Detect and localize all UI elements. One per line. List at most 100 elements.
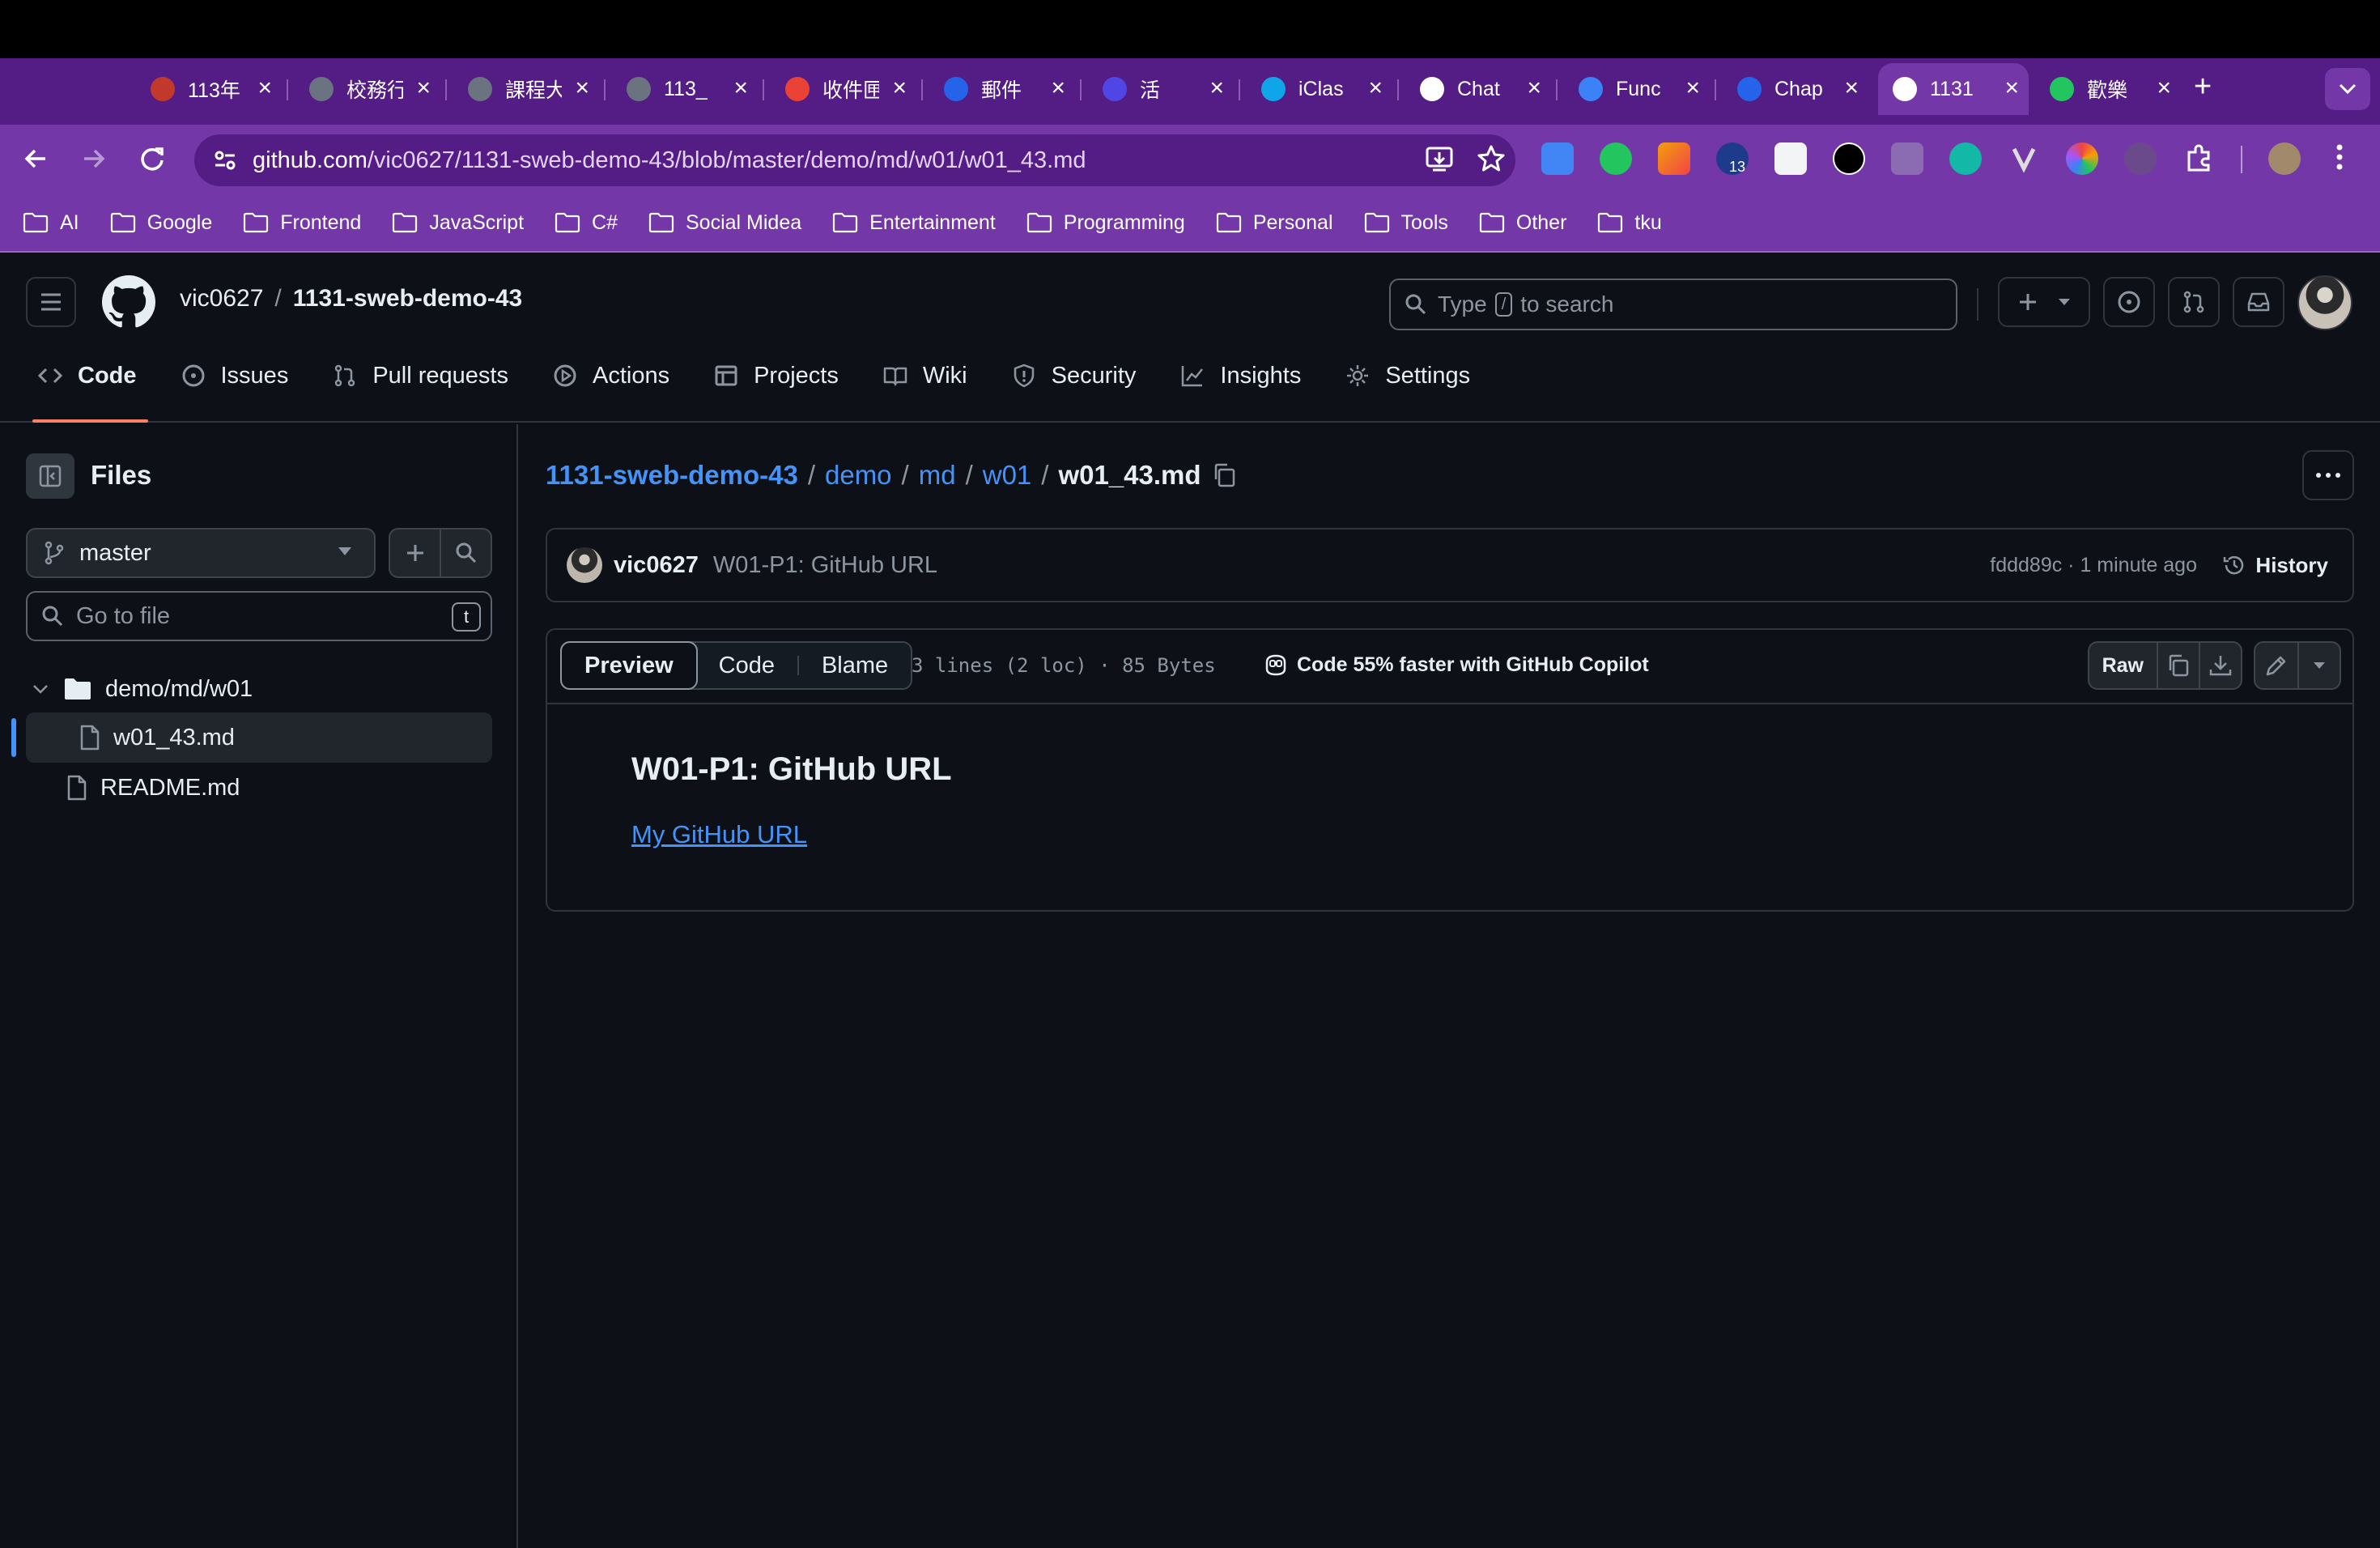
color-extension-icon[interactable] bbox=[1658, 142, 1690, 175]
go-to-file-input[interactable]: Go to file t bbox=[26, 591, 492, 641]
close-icon[interactable]: × bbox=[257, 74, 272, 102]
browser-tab[interactable]: 1131 × bbox=[1878, 63, 2029, 115]
search-input[interactable]: Type / to search bbox=[1389, 279, 1957, 330]
bookmark-folder[interactable]: Other bbox=[1479, 211, 1566, 235]
browser-tab[interactable]: 郵件 × bbox=[929, 63, 1075, 115]
pull-requests-button[interactable] bbox=[2168, 277, 2220, 327]
tab-issues[interactable]: Issues bbox=[181, 350, 288, 402]
tab-settings[interactable]: Settings bbox=[1345, 350, 1470, 402]
bookmark-star-button[interactable] bbox=[1475, 142, 1507, 175]
close-icon[interactable]: × bbox=[1685, 74, 1700, 102]
translate-extension-icon[interactable] bbox=[1541, 142, 1574, 175]
tab-pull-requests[interactable]: Pull requests bbox=[332, 350, 508, 402]
browser-menu-button[interactable] bbox=[2331, 141, 2348, 173]
tree-folder-demo-md-w01[interactable]: demo/md/w01 bbox=[26, 664, 492, 714]
tab-search-button[interactable] bbox=[2325, 68, 2370, 110]
extensions-button[interactable] bbox=[2182, 142, 2215, 175]
bookmark-folder[interactable]: Personal bbox=[1216, 211, 1333, 235]
global-menu-button[interactable] bbox=[26, 277, 76, 327]
history-button[interactable]: History bbox=[2221, 552, 2328, 578]
back-button[interactable] bbox=[19, 142, 52, 175]
browser-tab[interactable]: Func × bbox=[1564, 63, 1710, 115]
user-avatar[interactable] bbox=[2297, 275, 2352, 330]
tab-preview[interactable]: Preview bbox=[560, 641, 698, 690]
tab-blame[interactable]: Blame bbox=[799, 643, 911, 688]
bookmark-folder[interactable]: Frontend bbox=[243, 211, 361, 235]
raw-button[interactable]: Raw bbox=[2089, 643, 2157, 688]
bookmark-folder[interactable]: tku bbox=[1597, 211, 1662, 235]
pin-extension-icon[interactable] bbox=[1891, 142, 1923, 175]
reload-button[interactable] bbox=[136, 142, 168, 175]
sheet-extension-icon[interactable] bbox=[1774, 142, 1807, 175]
address-bar[interactable]: github.com/vic0627/1131-sweb-demo-43/blo… bbox=[194, 134, 1515, 186]
tab-actions[interactable]: Actions bbox=[552, 350, 669, 402]
close-icon[interactable]: × bbox=[1844, 74, 1859, 102]
close-icon[interactable]: × bbox=[1368, 74, 1383, 102]
tab-code[interactable]: Code bbox=[32, 350, 147, 423]
v-extension-icon[interactable] bbox=[2008, 142, 2040, 175]
close-icon[interactable]: × bbox=[892, 74, 907, 102]
breadcrumb-repo-link[interactable]: 1131-sweb-demo-43 bbox=[546, 460, 798, 491]
tree-file-readme[interactable]: README.md bbox=[26, 763, 492, 813]
install-app-button[interactable] bbox=[1423, 142, 1456, 175]
bookmark-folder[interactable]: Google bbox=[110, 211, 212, 235]
browser-tab[interactable]: 113年 × bbox=[136, 63, 282, 115]
tab-wiki[interactable]: Wiki bbox=[882, 350, 967, 402]
browser-tab[interactable]: 113_ × bbox=[612, 63, 758, 115]
bookmark-folder[interactable]: Social Midea bbox=[648, 211, 801, 235]
browser-tab[interactable]: 課程大 × bbox=[453, 63, 599, 115]
branch-selector[interactable]: master bbox=[26, 528, 376, 578]
bookmark-folder[interactable]: JavaScript bbox=[392, 211, 524, 235]
breadcrumb-md-link[interactable]: md bbox=[919, 460, 956, 491]
copy-path-icon[interactable] bbox=[1211, 461, 1239, 489]
green-extension-icon[interactable] bbox=[1600, 142, 1632, 175]
close-icon[interactable]: × bbox=[733, 74, 748, 102]
bookmark-folder[interactable]: Entertainment bbox=[832, 211, 996, 235]
edit-options-button[interactable] bbox=[2297, 643, 2340, 688]
copilot-promo-link[interactable]: Code 55% faster with GitHub Copilot bbox=[1263, 653, 1649, 677]
profile-avatar[interactable] bbox=[2268, 142, 2301, 175]
bookmark-folder[interactable]: AI bbox=[23, 211, 79, 235]
copy-raw-button[interactable] bbox=[2157, 643, 2199, 688]
browser-tab[interactable]: 校務行 × bbox=[295, 63, 440, 115]
browser-tab[interactable]: 活 × bbox=[1088, 63, 1234, 115]
close-icon[interactable]: × bbox=[2157, 74, 2171, 102]
close-icon[interactable]: × bbox=[1209, 74, 1224, 102]
color-picker-extension-icon[interactable] bbox=[2066, 142, 2098, 175]
commit-author[interactable]: vic0627 bbox=[614, 552, 699, 579]
download-button[interactable] bbox=[2199, 643, 2241, 688]
bookmark-folder[interactable]: Tools bbox=[1364, 211, 1448, 235]
create-new-button[interactable] bbox=[1998, 277, 2090, 327]
browser-tab[interactable]: 收件匣 × bbox=[771, 63, 916, 115]
add-file-button[interactable] bbox=[390, 529, 440, 576]
tree-file-w01-43[interactable]: w01_43.md bbox=[26, 712, 492, 763]
browser-tab[interactable]: Chat × bbox=[1405, 63, 1551, 115]
markdown-link[interactable]: My GitHub URL bbox=[631, 820, 952, 849]
issues-button[interactable] bbox=[2103, 277, 2155, 327]
more-options-button[interactable] bbox=[2302, 450, 2354, 500]
browser-tab[interactable]: iClas × bbox=[1247, 63, 1392, 115]
gear-extension-icon[interactable] bbox=[2124, 142, 2157, 175]
new-tab-button[interactable]: + bbox=[2194, 70, 2212, 104]
commit-meta[interactable]: fddd89c · 1 minute ago bbox=[1990, 554, 2197, 577]
n-extension-icon[interactable] bbox=[1833, 142, 1865, 175]
site-info-icon[interactable] bbox=[209, 144, 241, 176]
bookmark-folder[interactable]: C# bbox=[555, 211, 618, 235]
close-icon[interactable]: × bbox=[416, 74, 431, 102]
commit-message[interactable]: W01-P1: GitHub URL bbox=[713, 552, 937, 579]
inbox-button[interactable] bbox=[2233, 277, 2284, 327]
collapse-file-tree-button[interactable] bbox=[26, 453, 74, 499]
github-logo[interactable] bbox=[102, 275, 155, 329]
tab-insights[interactable]: Insights bbox=[1179, 350, 1301, 402]
close-icon[interactable]: × bbox=[1527, 74, 1541, 102]
close-icon[interactable]: × bbox=[1051, 74, 1065, 102]
repo-owner-link[interactable]: vic0627 bbox=[180, 285, 263, 312]
edit-file-button[interactable] bbox=[2255, 643, 2297, 688]
breadcrumb-w01-link[interactable]: w01 bbox=[983, 460, 1032, 491]
badge-extension-icon[interactable]: 13 bbox=[1716, 142, 1749, 175]
bird-extension-icon[interactable] bbox=[1949, 142, 1982, 175]
tab-projects[interactable]: Projects bbox=[713, 350, 839, 402]
bookmark-folder[interactable]: Programming bbox=[1026, 211, 1185, 235]
tab-code-view[interactable]: Code bbox=[696, 643, 797, 688]
browser-tab[interactable]: 歡樂 × bbox=[2035, 63, 2181, 115]
